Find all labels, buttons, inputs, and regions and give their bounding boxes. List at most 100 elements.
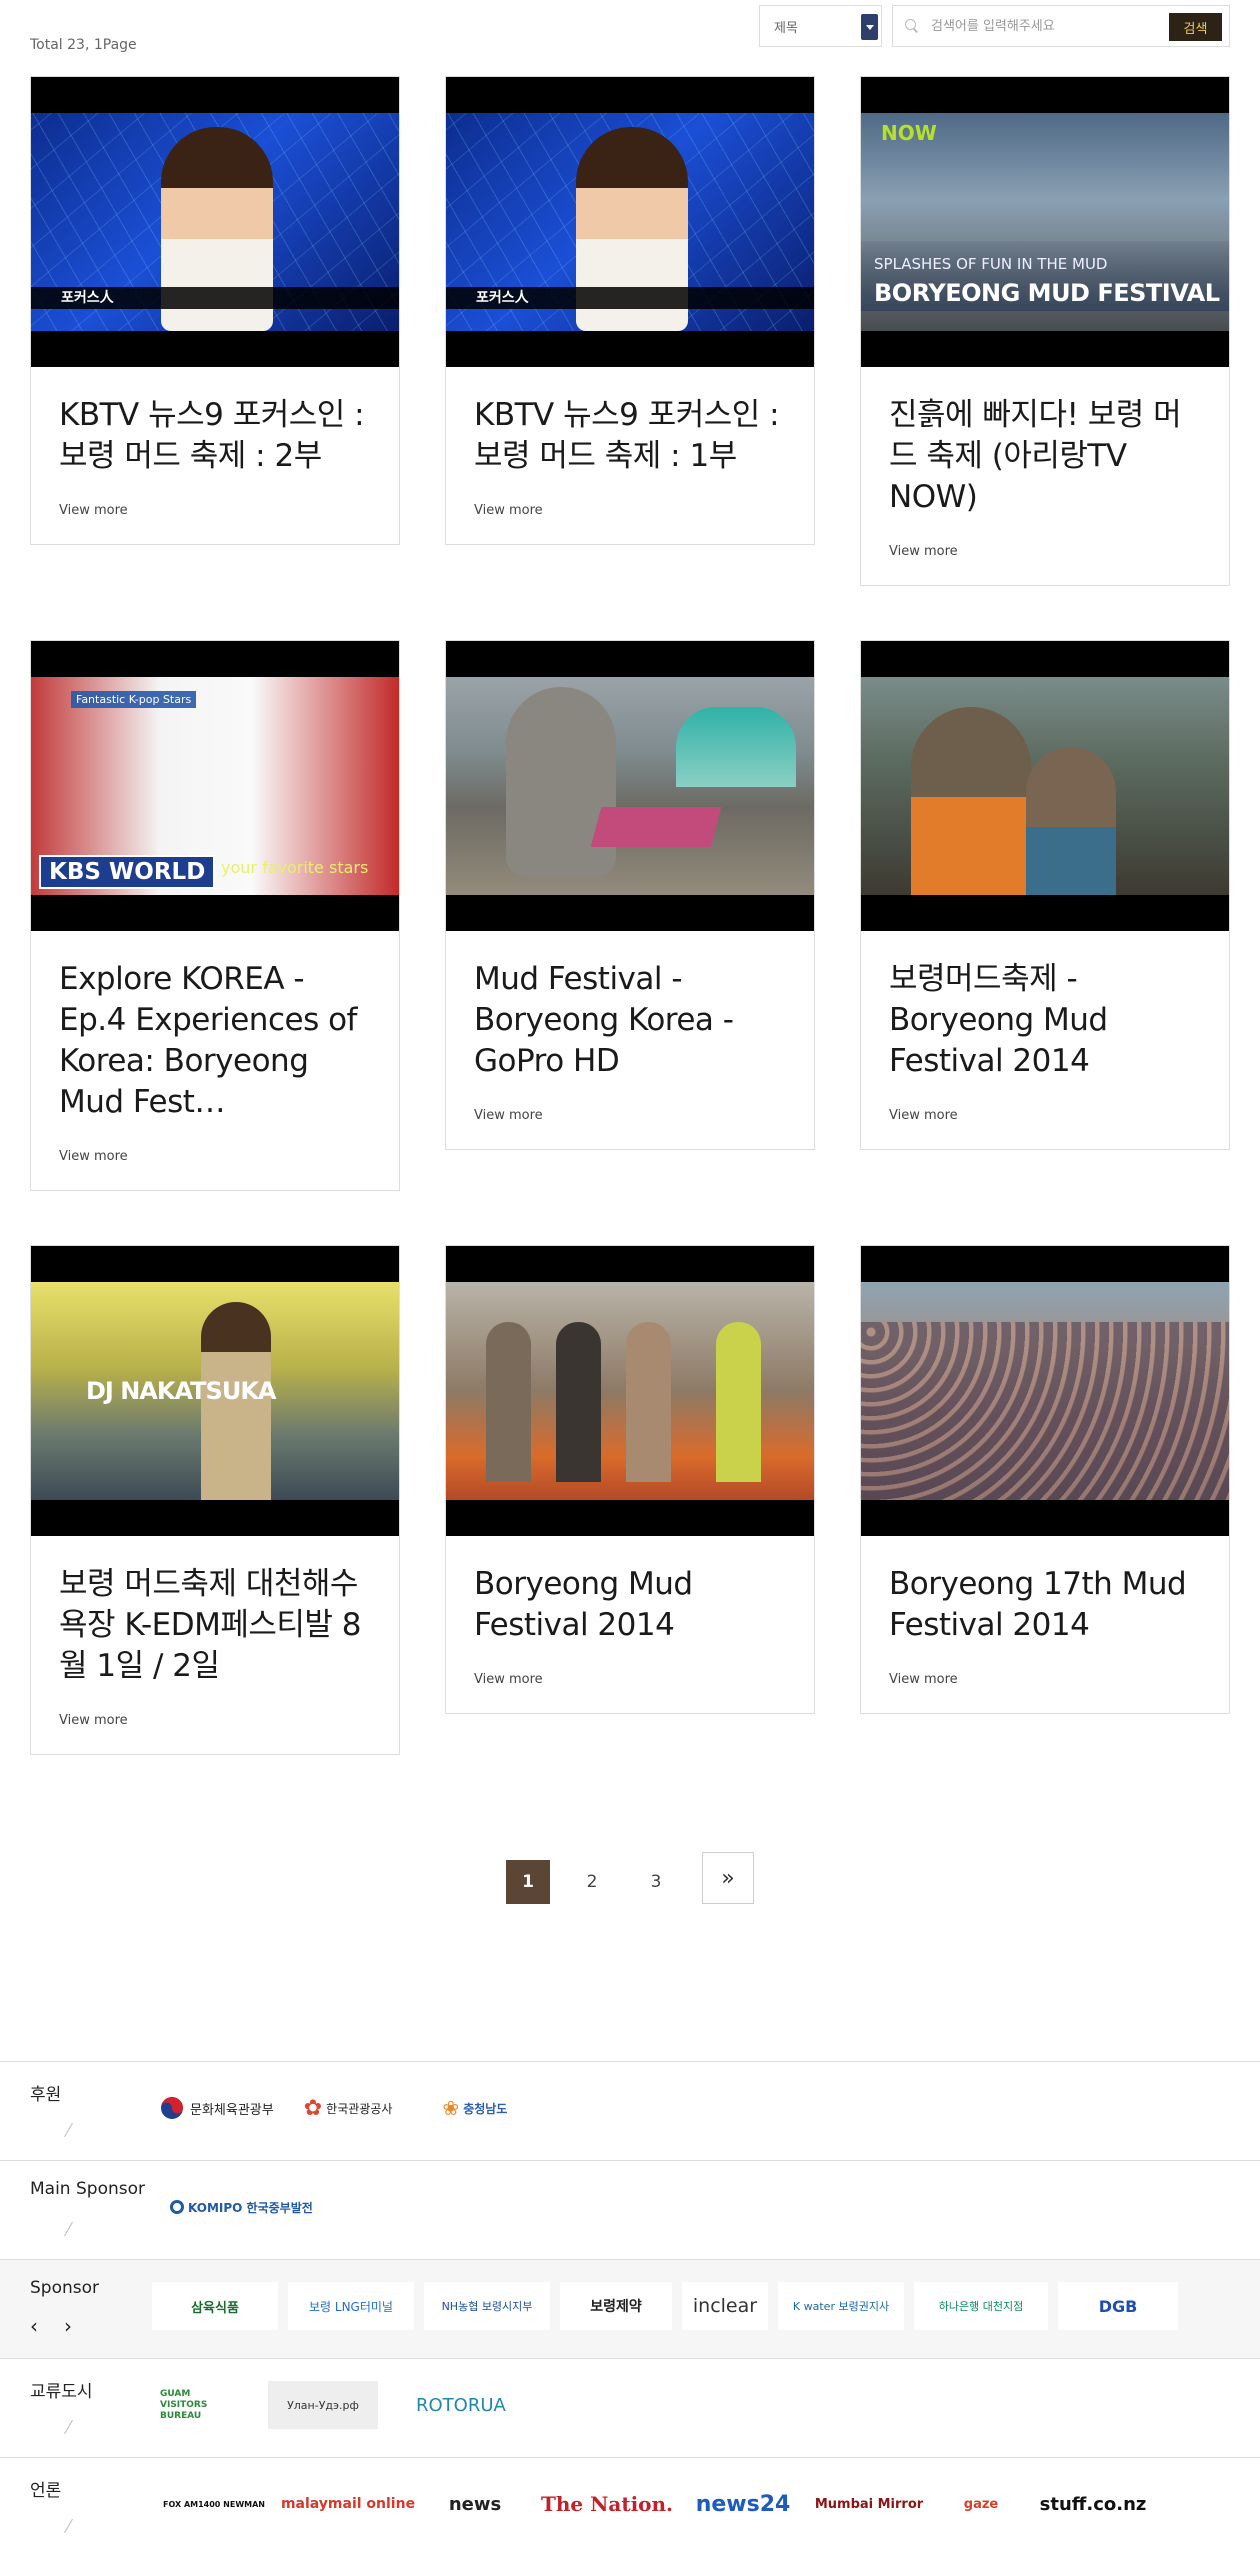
komipo-icon [170, 2200, 184, 2214]
card-title[interactable]: Explore KOREA - Ep.4 Experiences of Kore… [59, 959, 371, 1123]
sponsor-logo[interactable]: Улан-Удэ.рф [268, 2381, 378, 2429]
view-more-link[interactable]: View more [474, 1108, 786, 1123]
page-1-button[interactable]: 1 [506, 1860, 550, 1904]
thumbnail-tag: Fantastic K-pop Stars [71, 691, 197, 708]
sponsor-logo[interactable]: ❀ 충청남도 [434, 2084, 515, 2132]
sponsor-logo[interactable]: ROTORUA [408, 2381, 514, 2429]
video-card[interactable]: Boryeong Mud Festival 2014 View more [445, 1245, 815, 1714]
total-count: Total 23, 1Page [30, 37, 137, 53]
search-field-select-value: 제목 [774, 20, 798, 36]
sponsor-logos: KOMIPO 한국중부발전 [152, 2183, 321, 2231]
card-title[interactable]: 보령머드축제 - Boryeong Mud Festival 2014 [889, 959, 1201, 1082]
sponsor-logo[interactable]: inclear [682, 2282, 768, 2330]
card-title[interactable]: KBTV 뉴스9 포커스인 : 보령 머드 축제 : 1부 [474, 395, 786, 477]
video-thumbnail[interactable]: 포커스人 [446, 77, 814, 367]
page-3-button[interactable]: 3 [634, 1860, 678, 1904]
divider [64, 2419, 73, 2435]
sponsor-logo[interactable]: 삼육식품 [152, 2282, 278, 2330]
sponsor-logo[interactable]: KOMIPO 한국중부발전 [162, 2183, 321, 2231]
sponsor-logo[interactable]: 하나은행 대천지점 [914, 2282, 1048, 2330]
sponsor-logo[interactable]: GUAM VISITORS BUREAU [152, 2381, 238, 2429]
chevron-left-icon[interactable]: ‹ [30, 2314, 38, 2338]
sponsor-row-support: 후원 문화체육관광부 ✿ 한국관광공사 ❀ 충청남도 [0, 2061, 1260, 2160]
sponsor-logo[interactable]: stuff.co.nz [1038, 2480, 1148, 2528]
chevron-down-icon[interactable] [861, 14, 878, 40]
view-more-link[interactable]: View more [889, 544, 1201, 559]
pagination: 1 2 3 » [0, 1852, 1260, 1904]
video-thumbnail[interactable]: DJ NAKATSUKA [31, 1246, 399, 1536]
card-title[interactable]: KBTV 뉴스9 포커스인 : 보령 머드 축제 : 2부 [59, 395, 371, 477]
video-thumbnail[interactable]: NOW SPLASHES OF FUN IN THE MUD BORYEONG … [861, 77, 1229, 367]
video-thumbnail[interactable] [861, 1246, 1229, 1536]
sponsor-logos: 문화체육관광부 ✿ 한국관광공사 ❀ 충청남도 [152, 2084, 515, 2132]
view-more-link[interactable]: View more [474, 1672, 786, 1687]
video-card[interactable]: Mud Festival - Boryeong Korea - GoPro HD… [445, 640, 815, 1150]
thumbnail-caption: SPLASHES OF FUN IN THE MUD [874, 255, 1108, 273]
video-thumbnail[interactable] [446, 641, 814, 931]
sponsor-logo[interactable]: 보령제약 [560, 2282, 672, 2330]
sponsor-logo[interactable]: gaze [936, 2480, 1026, 2528]
sponsor-logo[interactable]: news24 [684, 2480, 802, 2528]
sponsor-row-label: Sponsor [30, 2278, 100, 2298]
card-title[interactable]: Mud Festival - Boryeong Korea - GoPro HD [474, 959, 786, 1082]
sponsor-logo[interactable]: DGB [1058, 2282, 1178, 2330]
video-thumbnail[interactable] [861, 641, 1229, 931]
sponsor-logo[interactable]: ✿ 한국관광공사 [296, 2084, 401, 2132]
sponsor-logo[interactable]: 문화체육관광부 [152, 2084, 282, 2132]
video-card[interactable]: NOW SPLASHES OF FUN IN THE MUD BORYEONG … [860, 76, 1230, 586]
card-title[interactable]: 진흙에 빠지다! 보령 머드 축제 (아리랑TV NOW) [889, 395, 1201, 518]
thumbnail-logo-text: 포커스人 [61, 290, 114, 306]
search-box: 검색 [892, 5, 1230, 47]
divider [64, 2221, 73, 2237]
taegeuk-icon [161, 2097, 183, 2119]
video-card[interactable]: DJ NAKATSUKA 보령 머드축제 대천해수욕장 K-EDM페스티발 8월… [30, 1245, 400, 1755]
sponsor-section: 후원 문화체육관광부 ✿ 한국관광공사 ❀ 충청남도 Main Sponsor … [0, 2061, 1260, 2556]
video-card[interactable]: 보령머드축제 - Boryeong Mud Festival 2014 View… [860, 640, 1230, 1150]
chevron-right-icon[interactable]: › [64, 2314, 72, 2338]
page-2-button[interactable]: 2 [570, 1860, 614, 1904]
view-more-link[interactable]: View more [474, 503, 786, 518]
view-more-link[interactable]: View more [59, 1149, 371, 1164]
thumbnail-headline: BORYEONG MUD FESTIVAL [874, 279, 1220, 307]
video-thumbnail[interactable]: 포커스人 [31, 77, 399, 367]
divider [64, 2122, 73, 2138]
video-card[interactable]: Boryeong 17th Mud Festival 2014 View mor… [860, 1245, 1230, 1714]
thumbnail-logo-text: NOW [881, 121, 937, 145]
sponsor-row-sister-cities: 교류도시 GUAM VISITORS BUREAU Улан-Удэ.рф RO… [0, 2358, 1260, 2457]
sponsor-logo[interactable]: news [420, 2480, 530, 2528]
sponsor-row-main: Main Sponsor KOMIPO 한국중부발전 [0, 2160, 1260, 2259]
view-more-link[interactable]: View more [59, 1713, 371, 1728]
view-more-link[interactable]: View more [889, 1108, 1201, 1123]
video-card[interactable]: 포커스人 KBTV 뉴스9 포커스인 : 보령 머드 축제 : 2부 View … [30, 76, 400, 545]
sponsor-row-label: 언론 [30, 2481, 62, 2501]
video-card[interactable]: Fantastic K-pop Stars your favorite star… [30, 640, 400, 1191]
video-thumbnail[interactable]: Fantastic K-pop Stars your favorite star… [31, 641, 399, 931]
next-pages-button[interactable]: » [702, 1852, 754, 1904]
swirl-icon: ✿ [303, 2095, 323, 2121]
video-card[interactable]: 포커스人 KBTV 뉴스9 포커스인 : 보령 머드 축제 : 1부 View … [445, 76, 815, 545]
view-more-link[interactable]: View more [889, 1672, 1201, 1687]
sponsor-logo[interactable]: K water 보령권지사 [778, 2282, 904, 2330]
sponsor-logo[interactable]: 보령 LNG터미널 [288, 2282, 414, 2330]
divider [64, 2518, 73, 2534]
search-field-select[interactable]: 제목 [759, 5, 882, 47]
search-button[interactable]: 검색 [1169, 13, 1222, 41]
sponsor-row-label: 교류도시 [30, 2382, 93, 2402]
view-more-link[interactable]: View more [59, 503, 371, 518]
search-input[interactable] [931, 18, 1161, 34]
card-title[interactable]: Boryeong Mud Festival 2014 [474, 1564, 786, 1646]
video-thumbnail[interactable] [446, 1246, 814, 1536]
thumbnail-caption: your favorite stars [221, 858, 369, 877]
sponsor-logo[interactable]: Mumbai Mirror [814, 2480, 924, 2528]
sponsor-logo[interactable]: malaymail online [281, 2480, 415, 2528]
sponsor-row-sponsor: Sponsor ‹ › 삼육식품 보령 LNG터미널 NH농협 보령시지부 보령… [0, 2259, 1260, 2358]
card-title[interactable]: 보령 머드축제 대천해수욕장 K-EDM페스티발 8월 1일 / 2일 [59, 1564, 371, 1687]
sponsor-logo[interactable]: NH농협 보령시지부 [424, 2282, 550, 2330]
thumbnail-logo-text: DJ NAKATSUKA [86, 1377, 276, 1405]
sponsor-logo[interactable]: FOX AM1400 NEWMAN [152, 2480, 276, 2528]
search-bar: 제목 검색 [759, 5, 1230, 47]
sponsor-carousel-nav: ‹ › [30, 2314, 72, 2338]
thumbnail-logo-text: 포커스人 [476, 290, 529, 306]
card-title[interactable]: Boryeong 17th Mud Festival 2014 [889, 1564, 1201, 1646]
sponsor-logo[interactable]: The Nation. [541, 2480, 673, 2528]
